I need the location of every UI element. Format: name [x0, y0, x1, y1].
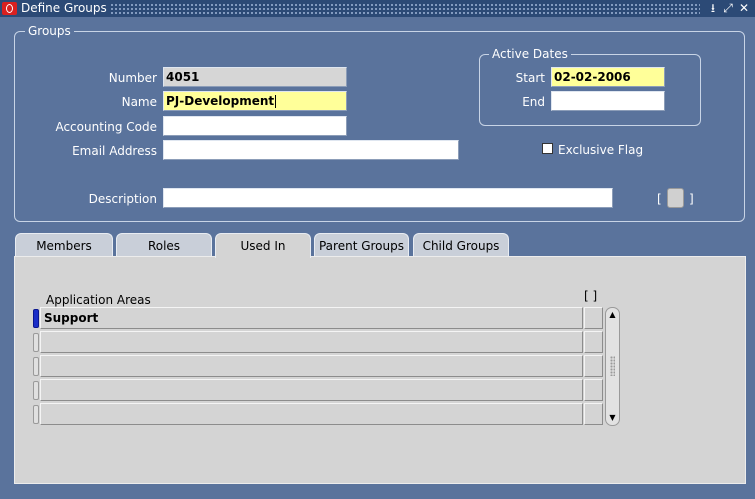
row-dff-cell[interactable]	[584, 403, 603, 425]
tab-child-groups[interactable]: Child Groups	[413, 233, 509, 256]
tab-roles[interactable]: Roles	[116, 233, 212, 256]
end-date-label: End	[522, 95, 545, 109]
application-area-cell[interactable]	[40, 355, 583, 377]
maximize-icon[interactable]: ⤢	[722, 1, 734, 15]
name-label: Name	[121, 95, 157, 109]
tab-members[interactable]: Members	[15, 233, 113, 256]
row-dff-cell[interactable]	[584, 355, 603, 377]
accounting-code-label: Accounting Code	[55, 120, 157, 134]
accounting-code-field[interactable]	[163, 116, 347, 136]
name-value: PJ-Development	[166, 94, 275, 108]
grid-dff-header: [ ]	[584, 289, 598, 303]
row-dff-cell[interactable]	[584, 379, 603, 401]
active-dates-region	[479, 54, 701, 126]
minimize-icon[interactable]: ⭳	[707, 1, 719, 15]
scroll-up-arrow-icon[interactable]: ▲	[606, 309, 619, 321]
groups-legend: Groups	[25, 24, 74, 38]
window-title-bar[interactable]: Define Groups ⭳ ⤢ ✕	[0, 0, 755, 17]
scroll-thumb-grip[interactable]	[610, 356, 615, 376]
exclusive-flag-label: Exclusive Flag	[558, 143, 644, 157]
description-field[interactable]	[163, 188, 613, 208]
row-dff-cell[interactable]	[584, 307, 603, 329]
application-area-cell[interactable]	[40, 403, 583, 425]
start-date-field[interactable]: 02-02-2006	[551, 67, 665, 87]
record-indicator[interactable]	[33, 405, 39, 424]
email-address-field[interactable]	[163, 140, 459, 160]
descriptive-flexfield-button[interactable]	[667, 188, 684, 208]
tab-parent-groups[interactable]: Parent Groups	[314, 233, 409, 256]
current-record-indicator[interactable]	[33, 309, 39, 328]
application-areas-header: Application Areas	[46, 293, 151, 307]
record-indicator[interactable]	[33, 381, 39, 400]
dff-open-bracket: [	[657, 192, 662, 206]
record-indicator[interactable]	[33, 333, 39, 352]
scroll-down-arrow-icon[interactable]: ▼	[606, 412, 619, 424]
title-bar-grip	[110, 3, 700, 14]
end-date-field[interactable]	[551, 91, 665, 111]
window-title: Define Groups	[21, 1, 107, 15]
start-date-label: Start	[515, 71, 545, 85]
grid-vertical-scrollbar[interactable]: ▲ ▼	[605, 307, 620, 426]
exclusive-flag-checkbox[interactable]	[542, 143, 553, 154]
oracle-logo-icon	[2, 2, 17, 15]
active-dates-legend: Active Dates	[489, 47, 571, 61]
close-icon[interactable]: ✕	[738, 1, 750, 15]
text-cursor	[275, 95, 277, 108]
number-field[interactable]: 4051	[163, 67, 347, 87]
description-label: Description	[88, 192, 157, 206]
application-area-cell[interactable]	[40, 331, 583, 353]
email-address-label: Email Address	[72, 144, 157, 158]
application-area-cell[interactable]: Support	[40, 307, 583, 329]
record-indicator[interactable]	[33, 357, 39, 376]
application-area-cell[interactable]	[40, 379, 583, 401]
name-field[interactable]: PJ-Development	[163, 91, 347, 111]
tab-used-in[interactable]: Used In	[215, 233, 311, 258]
row-dff-cell[interactable]	[584, 331, 603, 353]
dff-close-bracket: ]	[689, 192, 694, 206]
number-label: Number	[108, 71, 157, 85]
